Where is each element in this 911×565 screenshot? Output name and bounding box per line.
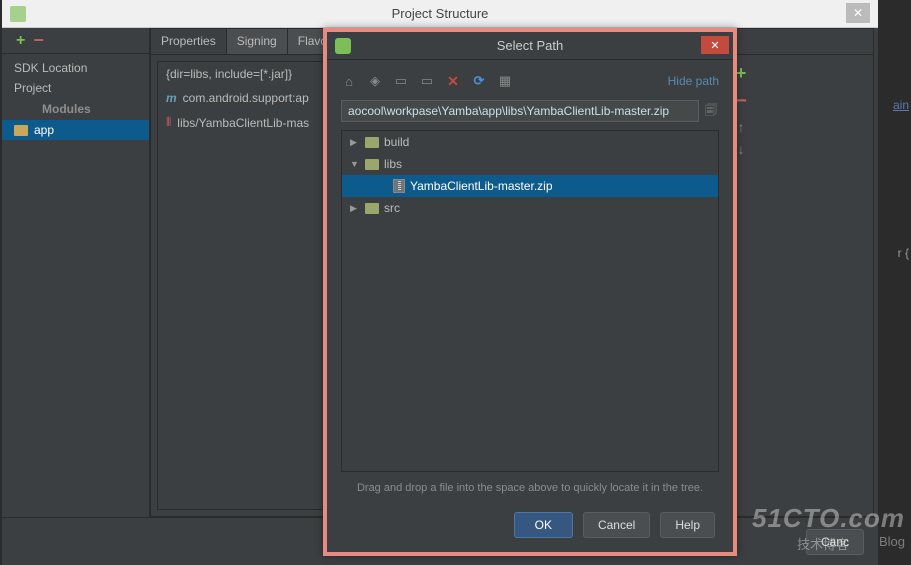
dep-text: {dir=libs, include=[*.jar]} <box>166 67 292 81</box>
tree-item-build[interactable]: ▶ build <box>342 131 718 153</box>
add-icon[interactable]: + <box>16 32 25 50</box>
remove-icon[interactable]: − <box>33 30 44 51</box>
chevron-right-icon: ▶ <box>350 137 360 148</box>
tree-label: src <box>384 201 400 215</box>
close-icon[interactable]: ✕ <box>846 3 870 23</box>
tree-item-src[interactable]: ▶ src <box>342 197 718 219</box>
help-button[interactable]: Help <box>660 512 715 538</box>
cancel-button[interactable]: Canc <box>806 529 864 555</box>
delete-icon[interactable]: ✕ <box>445 73 461 89</box>
select-path-titlebar[interactable]: Select Path ✕ <box>327 32 733 60</box>
path-toolbar: ⌂ ◈ ▭ ▭ ✕ ⟳ ▦ Hide path <box>341 70 719 92</box>
drop-hint: Drag and drop a file into the space abov… <box>341 472 719 504</box>
module-folder-icon <box>14 125 28 136</box>
sidebar-item-label: app <box>34 123 54 137</box>
editor-gutter: ain r { <box>879 28 911 565</box>
folder-icon <box>365 137 379 148</box>
tree-item-zip[interactable]: YambaClientLib-master.zip <box>342 175 718 197</box>
dialog-title: Select Path <box>497 38 564 53</box>
refresh-icon[interactable]: ⟳ <box>471 73 487 89</box>
show-hidden-icon[interactable]: ▦ <box>497 73 513 89</box>
tree-label: YambaClientLib-master.zip <box>410 179 553 193</box>
path-input[interactable] <box>341 100 699 122</box>
move-up-icon[interactable]: ↑ <box>738 119 745 135</box>
home-icon[interactable]: ⌂ <box>341 73 357 89</box>
tab-signing[interactable]: Signing <box>227 29 288 54</box>
sidebar-header-modules: Modules <box>2 98 149 120</box>
cancel-button[interactable]: Cancel <box>583 512 650 538</box>
tree-item-libs[interactable]: ▼ libs <box>342 153 718 175</box>
dep-text: com.android.support:ap <box>183 91 309 105</box>
editor-text: r { <box>898 246 909 260</box>
file-tree[interactable]: ▶ build ▼ libs YambaClientLib-master.zip… <box>341 130 719 472</box>
hide-path-link[interactable]: Hide path <box>668 74 719 88</box>
window-title: Project Structure <box>392 6 489 21</box>
sidebar-item-project[interactable]: Project <box>2 78 149 98</box>
ok-button[interactable]: OK <box>514 512 573 538</box>
tab-properties[interactable]: Properties <box>151 29 227 54</box>
chevron-down-icon: ▼ <box>350 159 360 169</box>
path-row: 🗐 <box>341 100 719 122</box>
add-dependency-icon[interactable]: + <box>736 63 747 84</box>
tree-label: build <box>384 135 409 149</box>
tree-label: libs <box>384 157 402 171</box>
library-icon: ⦀ <box>166 115 171 130</box>
editor-link[interactable]: ain <box>893 98 909 112</box>
dep-text: libs/YambaClientLib-mas <box>177 116 309 130</box>
desktop-icon[interactable]: ◈ <box>367 73 383 89</box>
maven-icon: m <box>166 91 177 105</box>
move-down-icon[interactable]: ↓ <box>738 141 745 157</box>
sidebar-item-sdk[interactable]: SDK Location <box>2 58 149 78</box>
new-folder-icon[interactable]: ▭ <box>419 73 435 89</box>
select-path-footer: OK Cancel Help <box>341 504 719 552</box>
folder-icon <box>365 203 379 214</box>
close-icon[interactable]: ✕ <box>701 36 729 54</box>
folder-icon <box>365 159 379 170</box>
chevron-right-icon: ▶ <box>350 203 360 214</box>
android-studio-icon <box>335 38 351 54</box>
archive-icon <box>393 179 405 193</box>
select-path-dialog: Select Path ✕ ⌂ ◈ ▭ ▭ ✕ ⟳ ▦ Hide path 🗐 … <box>323 28 737 556</box>
sidebar-item-app[interactable]: app <box>2 120 149 140</box>
project-structure-titlebar[interactable]: Project Structure ✕ <box>2 0 878 28</box>
history-icon[interactable]: 🗐 <box>703 101 719 122</box>
app-icon <box>10 6 26 22</box>
project-icon[interactable]: ▭ <box>393 73 409 89</box>
sidebar: + − SDK Location Project Modules app <box>2 28 150 517</box>
